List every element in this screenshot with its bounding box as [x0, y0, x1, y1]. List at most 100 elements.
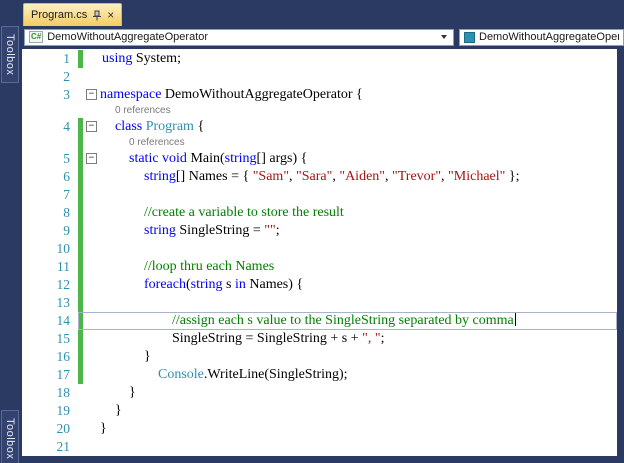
outlining-margin: − [86, 150, 100, 168]
change-bar-empty [78, 420, 83, 438]
code-text[interactable]: namespace DemoWithoutAggregateOperator { [100, 86, 363, 104]
member-dropdown[interactable]: DemoWithoutAggregateOperato [459, 28, 624, 46]
code-text[interactable]: string[] Names = { "Sam", "Sara", "Aiden… [100, 168, 519, 186]
line-body: SingleString = SingleString + s + ", "; [78, 330, 617, 348]
code-text[interactable]: //assign each s value to the SingleStrin… [100, 312, 516, 330]
codelens-label[interactable]: 0 references [100, 104, 171, 118]
change-bar [78, 312, 83, 330]
code-token: "Michael" [448, 169, 506, 184]
code-text[interactable]: using System; [100, 50, 181, 68]
close-icon[interactable]: × [107, 9, 114, 21]
code-line: 9 string SingleString = ""; [22, 222, 617, 240]
outlining-margin [86, 222, 100, 240]
line-body: − class Program { [78, 118, 617, 136]
code-token: //create a variable to store the result [144, 205, 344, 220]
change-bar [78, 276, 83, 294]
change-bar-empty [78, 402, 83, 420]
line-body [78, 438, 617, 456]
line-number: 19 [56, 403, 71, 418]
tab-program-cs[interactable]: Program.cs × [23, 3, 123, 26]
change-bar [78, 330, 83, 348]
outlining-margin [86, 402, 100, 420]
code-token: System; [132, 51, 181, 66]
code-token: Main( [186, 151, 225, 166]
outlining-margin [86, 420, 100, 438]
code-line: 2 [22, 68, 617, 86]
code-token: }; [505, 169, 520, 184]
line-body: //assign each s value to the SingleStrin… [78, 312, 617, 330]
outlining-margin [86, 136, 100, 150]
code-line: 3 − namespace DemoWithoutAggregateOperator… [22, 86, 617, 104]
type-icon [464, 31, 475, 43]
code-line: 1 using System; [22, 50, 617, 68]
code-token: } [144, 349, 151, 364]
code-token: string [190, 277, 223, 292]
change-bar-empty [78, 68, 83, 86]
outlining-margin [86, 258, 100, 276]
toolbox-tab-bottom[interactable]: Toolbox [1, 409, 19, 463]
code-token: { [193, 119, 205, 134]
line-body: 0 references [78, 136, 617, 150]
change-bar [78, 168, 83, 186]
line-number [22, 136, 78, 150]
line-number: 12 [56, 277, 71, 292]
line-number: 5 [63, 151, 70, 166]
outlining-margin [86, 240, 100, 258]
line-number [22, 104, 78, 118]
code-text[interactable]: } [100, 402, 122, 420]
line-number: 15 [56, 331, 71, 346]
code-line: 12 foreach(string s in Names) { [22, 276, 617, 294]
change-bar [78, 366, 83, 384]
code-text[interactable]: } [100, 348, 151, 366]
code-token: "" [264, 223, 276, 238]
line-body: } [78, 420, 617, 438]
code-token: SingleString = [175, 223, 265, 238]
csharp-project-icon: C# [29, 31, 44, 43]
code-token: "Aiden" [339, 169, 386, 184]
code-token: string [224, 151, 257, 166]
code-text[interactable]: SingleString = SingleString + s + ", "; [100, 330, 384, 348]
code-token: DemoWithoutAggregateOperator { [161, 87, 363, 102]
code-line: 17 Console.WriteLine(SingleString); [22, 366, 617, 384]
outlining-margin [86, 384, 100, 402]
code-text[interactable]: //create a variable to store the result [100, 204, 344, 222]
member-dropdown-value: DemoWithoutAggregateOperato [479, 31, 619, 43]
outlining-margin [86, 50, 100, 68]
outlining-margin [86, 186, 100, 204]
code-area[interactable]: 1 using System; 2 3− namespace DemoWithoutAg… [22, 49, 617, 456]
codelens-label[interactable]: 0 references [100, 136, 185, 150]
code-line: 8 //create a variable to store the result [22, 204, 617, 222]
code-token: ; [275, 223, 280, 238]
code-token: foreach [144, 277, 186, 292]
line-body: string[] Names = { "Sam", "Sara", "Aiden… [78, 168, 617, 186]
code-text[interactable]: string SingleString = ""; [100, 222, 280, 240]
code-line: 6 string[] Names = { "Sam", "Sara", "Aide… [22, 168, 617, 186]
toolbox-tab[interactable]: Toolbox [1, 26, 19, 84]
change-bar-empty [78, 384, 83, 402]
code-text[interactable]: //loop thru each Names [100, 258, 274, 276]
code-token: Console [158, 367, 204, 382]
line-body: } [78, 384, 617, 402]
code-text[interactable]: class Program { [100, 118, 204, 136]
code-token: static [129, 151, 159, 166]
line-body: − static void Main(string[] args) { [78, 150, 617, 168]
collapse-icon[interactable]: − [86, 153, 97, 164]
code-token: ", " [362, 331, 381, 346]
code-text[interactable]: Console.WriteLine(SingleString); [100, 366, 348, 384]
code-token: string [144, 223, 176, 238]
change-bar [78, 348, 83, 366]
code-text[interactable]: } [100, 384, 136, 402]
code-text[interactable]: static void Main(string[] args) { [100, 150, 307, 168]
collapse-icon[interactable]: − [86, 121, 97, 132]
outlining-margin [86, 348, 100, 366]
collapse-icon[interactable]: − [86, 89, 97, 100]
line-number: 1 [63, 51, 70, 66]
outlining-margin [86, 168, 100, 186]
project-dropdown[interactable]: C# DemoWithoutAggregateOperator [24, 28, 454, 46]
pin-icon[interactable] [92, 10, 102, 21]
line-number: 3 [63, 87, 70, 102]
code-text[interactable]: } [100, 420, 107, 438]
code-text[interactable]: foreach(string s in Names) { [100, 276, 303, 294]
code-token: [] Names = { [175, 169, 253, 184]
line-number: 18 [56, 385, 71, 400]
